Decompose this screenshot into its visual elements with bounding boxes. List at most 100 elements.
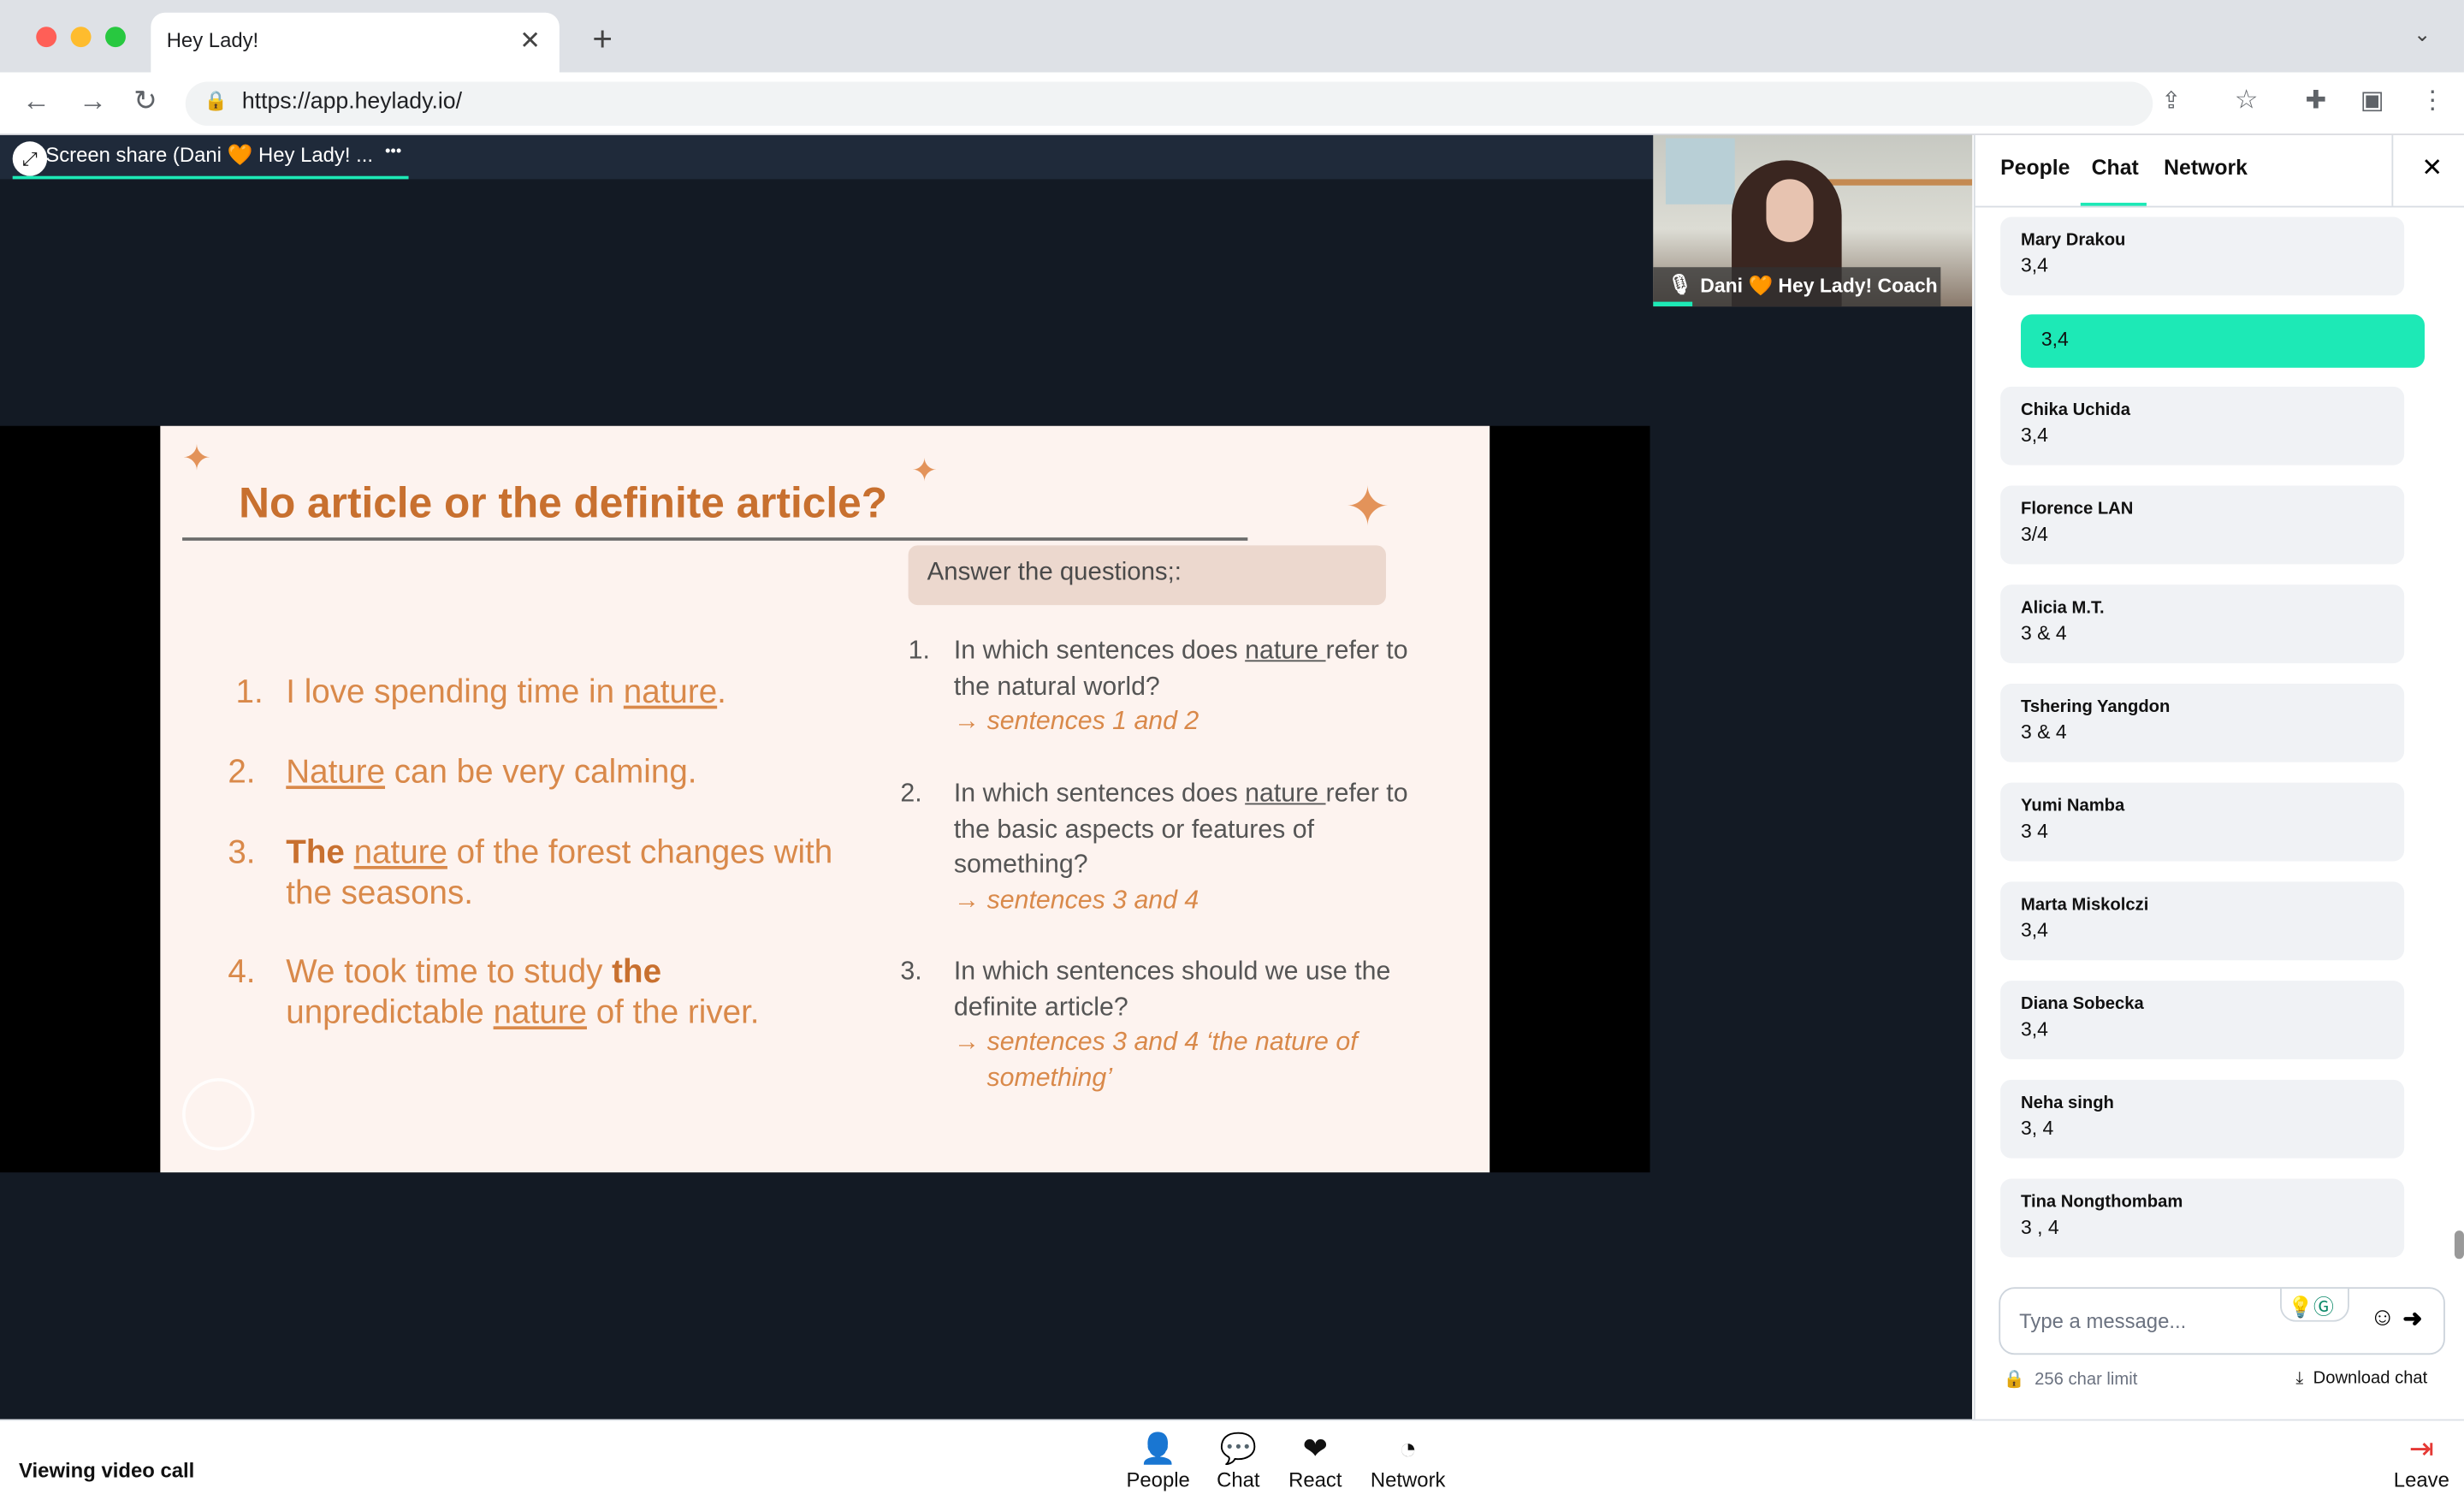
lock-icon: 🔒 xyxy=(204,89,228,112)
t: . xyxy=(717,673,726,711)
label: Network xyxy=(1370,1467,1446,1492)
t: Nature xyxy=(286,754,386,791)
close-panel-icon[interactable]: ✕ xyxy=(2421,152,2443,184)
expand-icon[interactable]: ⤢ xyxy=(12,141,48,176)
url-text: https://app.heylady.io/ xyxy=(241,89,462,116)
close-tab-icon[interactable]: ✕ xyxy=(519,25,541,56)
chat-message: Tina Nongthombam 3 , 4 xyxy=(2000,1178,2405,1258)
label: React xyxy=(1288,1467,1342,1492)
url-field[interactable]: 🔒 https://app.heylady.io/ ⇪ xyxy=(185,81,2181,126)
slide-title: No article or the definite article? xyxy=(239,479,887,527)
presenter-face xyxy=(1766,179,1814,242)
message-text: 3 , 4 xyxy=(2020,1216,2059,1239)
speedometer-icon: ◔ xyxy=(1399,1433,1418,1467)
browser-tab-bar: Hey Lady! ✕ + ⌄ xyxy=(0,0,2464,73)
tab-title: Hey Lady! xyxy=(166,28,259,52)
grammarly-icon[interactable]: 💡Ⓖ xyxy=(2280,1287,2349,1322)
maximize-window-button[interactable] xyxy=(105,27,126,48)
t: In which sentences should we use the def… xyxy=(953,957,1391,1022)
send-icon[interactable]: ➜ xyxy=(2402,1304,2422,1332)
t: the xyxy=(612,953,662,991)
sparkle-icon: ✦ xyxy=(1345,477,1390,538)
answer: → sentences 1 and 2 xyxy=(953,708,1199,737)
close-window-button[interactable] xyxy=(36,27,57,48)
divider xyxy=(2391,134,2394,206)
t: can be very calming. xyxy=(385,754,697,791)
screenshare-tab[interactable]: ⤢ Screen share (Dani 🧡 Hey Lady! ... ••• xyxy=(0,134,1654,180)
answer: → sentences 3 and 4 ‘the nature of somet… xyxy=(953,1028,1358,1093)
active-indicator xyxy=(12,175,409,180)
minimize-window-button[interactable] xyxy=(70,27,92,48)
reload-icon[interactable]: ↻ xyxy=(133,85,157,118)
num: 1. xyxy=(235,673,264,711)
new-tab-button[interactable]: + xyxy=(592,19,613,60)
share-icon[interactable]: ⇪ xyxy=(2161,86,2181,115)
extensions-icon[interactable]: ✚ xyxy=(2305,85,2326,116)
forward-icon[interactable]: → xyxy=(79,85,107,118)
speaking-indicator xyxy=(1653,301,1693,307)
react-button[interactable]: ❤ React xyxy=(1268,1433,1362,1491)
sender-name: Yumi Namba xyxy=(2020,797,2125,816)
message-text: 3 & 4 xyxy=(2020,721,2067,744)
num: 2. xyxy=(228,754,256,791)
title-underline xyxy=(182,537,1248,540)
tab-chat[interactable]: Chat xyxy=(2092,156,2139,180)
t: We took time to study xyxy=(286,953,613,991)
message-text: 3,4 xyxy=(2020,424,2048,447)
t: In which sentences does xyxy=(953,780,1246,809)
t: nature xyxy=(623,673,718,711)
download-label: Download chat xyxy=(2313,1368,2428,1388)
call-status: Viewing video call xyxy=(19,1458,195,1483)
back-icon[interactable]: ← xyxy=(22,85,50,118)
sender-name: Neha singh xyxy=(2020,1094,2114,1113)
t: of the river. xyxy=(586,993,760,1030)
message-text: 3,4 xyxy=(2020,254,2048,277)
question-2: 2. In which sentences does nature refer t… xyxy=(900,776,1450,919)
bookmark-star-icon[interactable]: ☆ xyxy=(2235,85,2259,116)
side-panel-icon[interactable]: ▣ xyxy=(2360,85,2384,116)
sender-name: Tshering Yangdon xyxy=(2020,697,2171,717)
microphone-icon: 🎙 xyxy=(1667,273,1692,296)
message-text: 3,4 xyxy=(2040,328,2069,351)
shared-screen: ✦ ✦ ✦ No article or the definite article… xyxy=(0,425,1650,1173)
chat-message: Florence LAN 3/4 xyxy=(2000,485,2405,565)
screenshare-label: Screen share (Dani 🧡 Hey Lady! ... xyxy=(45,143,374,167)
wall-art xyxy=(1665,138,1735,205)
sender-name: Alicia M.T. xyxy=(2020,598,2105,618)
download-chat-button[interactable]: ⤓ Download chat xyxy=(2295,1369,2427,1390)
question-1: 1. In which sentences does nature refer t… xyxy=(909,633,1451,740)
num: 1. xyxy=(908,636,930,665)
chat-message: Chika Uchida 3,4 xyxy=(2000,386,2405,465)
sparkle-icon: ✦ xyxy=(182,438,211,478)
question-3: 3. In which sentences should we use the d… xyxy=(900,954,1450,1097)
message-text: 3 & 4 xyxy=(2020,622,2067,645)
emoji-icon[interactable]: ☺ xyxy=(2370,1304,2396,1332)
tab-people[interactable]: People xyxy=(2000,156,2070,180)
chat-message: Marta Miskolczi 3,4 xyxy=(2000,881,2405,961)
chat-message: Diana Sobecka 3,4 xyxy=(2000,981,2405,1059)
message-input[interactable]: Type a message... 💡Ⓖ ☺ ➜ xyxy=(1999,1287,2445,1355)
t: unpredictable xyxy=(286,993,494,1030)
sentence-2: 2. Nature can be very calming. xyxy=(228,753,832,793)
network-button[interactable]: ◔ Network xyxy=(1361,1433,1455,1491)
tab-network[interactable]: Network xyxy=(2164,156,2248,180)
tab-list-chevron-icon[interactable]: ⌄ xyxy=(2414,22,2431,47)
message-text: 3/4 xyxy=(2020,523,2048,546)
label: Chat xyxy=(1217,1467,1260,1492)
sender-name: Tina Nongthombam xyxy=(2020,1193,2183,1213)
sender-name: Florence LAN xyxy=(2020,500,2134,519)
message-text: 3,4 xyxy=(2020,1018,2048,1041)
browser-tab[interactable]: Hey Lady! ✕ xyxy=(151,12,560,73)
chat-message: Neha singh 3, 4 xyxy=(2000,1079,2405,1159)
browser-menu-icon[interactable]: ⋮ xyxy=(2420,85,2445,116)
sender-name: Mary Drakou xyxy=(2020,230,2126,251)
heart-icon: ❤ xyxy=(1302,1433,1328,1467)
side-panel: People Chat Network ✕ Mary Drakou 3,4 3,4 C… xyxy=(1973,134,2464,1420)
scrollbar[interactable] xyxy=(2454,1230,2464,1260)
sentence-1: 1. I love spending time in nature. xyxy=(236,673,833,713)
leave-button[interactable]: ⇥ Leave xyxy=(2374,1433,2464,1491)
sender-name: Marta Miskolczi xyxy=(2020,895,2149,915)
answer: → sentences 3 and 4 xyxy=(953,886,1199,916)
message-text: 3 4 xyxy=(2020,820,2048,843)
more-options-icon[interactable]: ••• xyxy=(385,143,401,160)
